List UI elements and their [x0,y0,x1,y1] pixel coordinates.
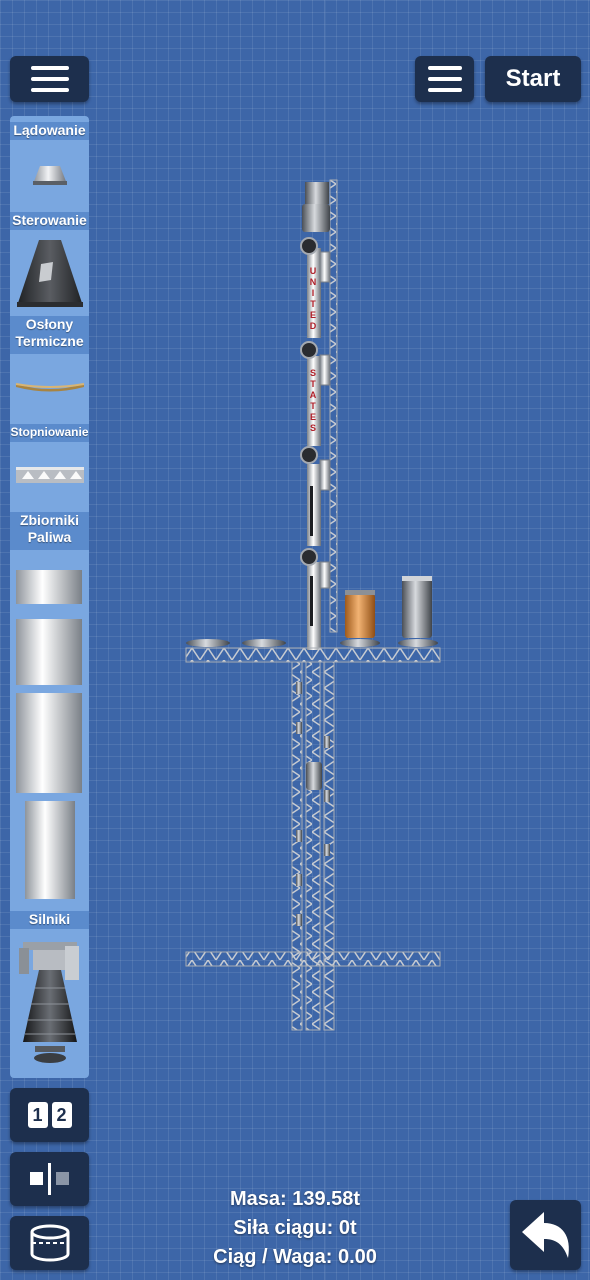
decal-united: UNITED [310,266,317,331]
side-tank-orange [345,594,375,638]
capsule-icon [17,240,83,307]
hamburger-icon [30,66,69,92]
category-heat-shields[interactable]: Osłony Termiczne [10,316,89,354]
launch-tower-upper [329,179,338,633]
undo-arrow-icon [521,1212,569,1258]
decal-letter: S [310,368,316,378]
part-tank-small[interactable] [16,570,82,604]
symmetry-icon [29,1163,69,1195]
decal-letter: S [310,423,316,433]
parts-panel: Lądowanie Sterowanie Osłony Termiczne St… [10,116,89,1078]
heat-shield-icon [15,383,85,392]
rocket-tank-2 [307,356,321,446]
decal-letter: N [310,277,317,287]
decal-letter: E [310,412,316,422]
category-staging[interactable]: Stopniowanie [10,424,89,442]
engine-icon [19,942,79,1063]
part-command-capsule[interactable] [15,238,85,308]
start-button[interactable]: Start [485,56,581,102]
decoupler-icon [16,467,84,483]
rocket-tank-3 [307,464,321,546]
main-menu-button[interactable] [10,56,89,102]
part-decoupler[interactable] [16,465,84,485]
tower-coupler [306,762,322,790]
stage-numbers-button[interactable]: 1 2 [10,1088,89,1142]
platform-pad [340,639,380,647]
fuel-tank-icon [16,619,82,685]
fuel-tank-icon [25,801,75,899]
launch-tower-lower-right [323,661,335,1031]
rocket-wheel [300,341,318,359]
part-landing-leg[interactable] [32,164,68,186]
mass-readout: Masa: 139.58t [229,1188,361,1210]
part-tank-tall[interactable] [25,801,75,899]
decal-letter: I [312,288,315,298]
part-tank-medium[interactable] [16,619,82,685]
platform-truss-lower [185,951,441,967]
twr-readout: Ciąg / Waga: 0.00 [213,1246,377,1268]
part-view-button[interactable] [10,1216,89,1270]
decal-letter: U [310,266,317,276]
part-tank-large[interactable] [16,693,82,793]
decal-letter: A [310,390,317,400]
decal-letter: T [310,379,316,389]
rocket-wheel [300,548,318,566]
category-landing[interactable]: Lądowanie [10,122,89,140]
side-tank-grey [402,578,432,638]
decal-states: STATES [310,368,317,433]
landing-leg-icon [33,166,67,185]
decal-letter: T [310,401,316,411]
launch-tower-lower-mid [305,661,321,1031]
decal-letter: E [310,310,316,320]
rocket-tank-4 [307,562,321,650]
hamburger-icon [427,66,462,92]
decal-letter: D [310,321,317,331]
undo-button[interactable] [510,1200,581,1270]
stage-two-label: 2 [51,1102,72,1128]
thrust-readout: Siła ciągu: 0t [233,1217,357,1239]
platform-pad [398,639,438,647]
stats-panel: Masa: 139.58t Siła ciągu: 0t Ciąg / Waga… [150,1185,440,1272]
fuel-tank-icon [16,693,82,793]
category-engines[interactable]: Silniki [10,911,89,929]
platform-pad [242,639,286,647]
rocket-wheel [300,446,318,464]
rocket-capsule [302,204,330,232]
stage-one-label: 1 [27,1102,48,1128]
decal-letter: T [310,299,316,309]
part-engine[interactable] [15,938,85,1070]
launch-tower-lower-left [291,661,303,1031]
platform-pad [186,639,230,647]
symmetry-button[interactable] [10,1152,89,1206]
rocket-stack [300,182,331,650]
options-menu-button[interactable] [415,56,474,102]
fuel-tank-icon [16,570,82,604]
platform-truss-upper [185,647,441,663]
category-control[interactable]: Sterowanie [10,212,89,230]
rocket-wheel [300,237,318,255]
cylinder-icon [30,1224,69,1262]
part-heat-shield[interactable] [14,380,86,394]
rocket-tank-1 [307,248,321,338]
category-fuel-tanks[interactable]: Zbiorniki Paliwa [10,512,89,550]
rocket-nose [305,182,329,204]
